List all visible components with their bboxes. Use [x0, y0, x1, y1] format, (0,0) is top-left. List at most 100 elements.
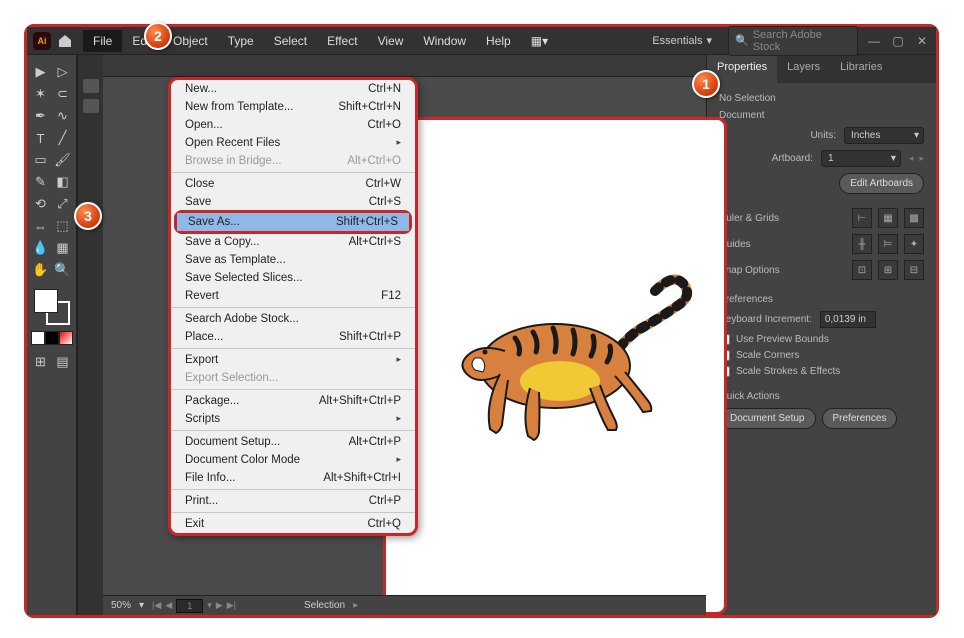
menu-item-document-color-mode[interactable]: Document Color Mode: [171, 451, 415, 469]
collapsed-panels[interactable]: [77, 55, 103, 615]
status-bar: 50%▾ |◀◀ 1 ▾▶▶| Selection▸: [103, 595, 706, 615]
snap-pixel-icon[interactable]: ⊟: [904, 260, 924, 280]
selection-state: No Selection: [719, 93, 924, 104]
edit-artboards-button[interactable]: Edit Artboards: [839, 173, 924, 194]
properties-panel: Properties Layers Libraries No Selection…: [706, 55, 936, 615]
tab-libraries[interactable]: Libraries: [830, 55, 892, 83]
scale-tool-icon[interactable]: ⤢: [52, 193, 74, 215]
menu-item-save-as[interactable]: Save As...Shift+Ctrl+S: [177, 213, 409, 231]
menu-item-export[interactable]: Export: [171, 351, 415, 369]
gradient-tool-icon[interactable]: ▦: [52, 237, 74, 259]
units-select[interactable]: Inches: [844, 127, 924, 144]
color-mode-icons[interactable]: [31, 331, 73, 345]
close-icon[interactable]: ✕: [914, 34, 930, 48]
search-stock-input[interactable]: 🔍 Search Adobe Stock: [728, 26, 858, 56]
doc-section-label: Document: [719, 110, 924, 121]
guides-show-icon[interactable]: ╫: [852, 234, 872, 254]
screen-mode-icon[interactable]: ⊞: [30, 351, 52, 373]
menu-select[interactable]: Select: [264, 30, 317, 52]
menu-window[interactable]: Window: [413, 30, 476, 52]
quick-actions-label: Quick Actions: [719, 391, 924, 402]
document-setup-button[interactable]: Document Setup: [719, 408, 816, 429]
line-tool-icon[interactable]: ╱: [52, 127, 74, 149]
transparency-grid-icon[interactable]: ▩: [904, 208, 924, 228]
pen-tool-icon[interactable]: ✒: [30, 105, 52, 127]
home-icon[interactable]: [57, 33, 73, 49]
app-logo-icon: Ai: [33, 32, 51, 50]
artboard-select[interactable]: 1: [821, 150, 901, 167]
callout-3: 3: [74, 202, 102, 230]
rotate-tool-icon[interactable]: ⟲: [30, 193, 52, 215]
artboard[interactable]: [386, 120, 724, 612]
menu-item-new[interactable]: New...Ctrl+N: [171, 80, 415, 98]
snap-point-icon[interactable]: ⊡: [852, 260, 872, 280]
menu-help[interactable]: Help: [476, 30, 521, 52]
edit-mode-icon[interactable]: ▤: [52, 351, 74, 373]
magic-wand-tool-icon[interactable]: ✶: [30, 83, 52, 105]
menu-item-open[interactable]: Open...Ctrl+O: [171, 116, 415, 134]
menu-item-scripts[interactable]: Scripts: [171, 410, 415, 428]
artboard-nav-arrows[interactable]: ◂▸: [909, 153, 924, 164]
fill-stroke-swatch[interactable]: [34, 289, 70, 325]
app-window: Ai File Edit Object Type Select Effect V…: [24, 24, 939, 618]
lasso-tool-icon[interactable]: ⊂: [52, 83, 74, 105]
ruler-icon[interactable]: ⊢: [852, 208, 872, 228]
guides-lock-icon[interactable]: ⊨: [878, 234, 898, 254]
document-tab-bar: [103, 55, 706, 77]
artboard-nav[interactable]: |◀◀ 1 ▾▶▶|: [152, 599, 236, 613]
shaper-tool-icon[interactable]: ✎: [30, 171, 52, 193]
keyboard-increment-input[interactable]: [820, 311, 876, 328]
eyedropper-tool-icon[interactable]: 💧: [30, 237, 52, 259]
hand-tool-icon[interactable]: ✋: [30, 259, 52, 281]
menu-item-save-as-template[interactable]: Save as Template...: [171, 251, 415, 269]
menu-item-revert[interactable]: RevertF12: [171, 287, 415, 305]
grid-icon[interactable]: ▦: [878, 208, 898, 228]
menu-item-search-adobe-stock[interactable]: Search Adobe Stock...: [171, 310, 415, 328]
menu-item-close[interactable]: CloseCtrl+W: [171, 175, 415, 193]
callout-2: 2: [144, 22, 172, 50]
menu-item-export-selection: Export Selection...: [171, 369, 415, 387]
menu-item-place[interactable]: Place...Shift+Ctrl+P: [171, 328, 415, 346]
maximize-icon[interactable]: ▢: [890, 34, 906, 48]
tab-layers[interactable]: Layers: [777, 55, 830, 83]
zoom-level[interactable]: 50%: [111, 600, 131, 611]
status-mode: Selection: [304, 600, 345, 611]
menu-item-file-info[interactable]: File Info...Alt+Shift+Ctrl+I: [171, 469, 415, 487]
search-icon: 🔍: [735, 34, 749, 47]
rect-tool-icon[interactable]: ▭: [30, 149, 52, 171]
menu-item-exit[interactable]: ExitCtrl+Q: [171, 515, 415, 533]
artboard-highlight: [383, 117, 727, 615]
type-tool-icon[interactable]: T: [30, 127, 52, 149]
menu-item-open-recent-files[interactable]: Open Recent Files: [171, 134, 415, 152]
menu-item-document-setup[interactable]: Document Setup...Alt+Ctrl+P: [171, 433, 415, 451]
brush-tool-icon[interactable]: 🖌: [52, 149, 74, 171]
file-menu-dropdown: New...Ctrl+NNew from Template...Shift+Ct…: [168, 77, 418, 536]
eraser-tool-icon[interactable]: ◧: [52, 171, 74, 193]
snap-grid-icon[interactable]: ⊞: [878, 260, 898, 280]
callout-1: 1: [692, 70, 720, 98]
canvas: New...Ctrl+NNew from Template...Shift+Ct…: [103, 55, 706, 615]
menu-view[interactable]: View: [368, 30, 414, 52]
zoom-tool-icon[interactable]: 🔍: [52, 259, 74, 281]
selection-tool-icon[interactable]: ▶: [30, 61, 52, 83]
menu-file[interactable]: File: [83, 30, 122, 52]
menu-item-print[interactable]: Print...Ctrl+P: [171, 492, 415, 510]
menu-type[interactable]: Type: [218, 30, 264, 52]
menu-item-package[interactable]: Package...Alt+Shift+Ctrl+P: [171, 392, 415, 410]
preferences-button[interactable]: Preferences: [822, 408, 898, 429]
arrange-docs-icon[interactable]: ▦▾: [521, 30, 558, 52]
minimize-icon[interactable]: —: [866, 34, 882, 48]
workspace-switcher[interactable]: Essentials▾: [644, 30, 720, 51]
width-tool-icon[interactable]: ⇔: [30, 215, 52, 237]
free-transform-tool-icon[interactable]: ⬚: [52, 215, 74, 237]
menu-effect[interactable]: Effect: [317, 30, 367, 52]
menu-item-save[interactable]: SaveCtrl+S: [171, 193, 415, 211]
menu-item-save-a-copy[interactable]: Save a Copy...Alt+Ctrl+S: [171, 233, 415, 251]
menu-item-new-from-template[interactable]: New from Template...Shift+Ctrl+N: [171, 98, 415, 116]
curvature-tool-icon[interactable]: ∿: [52, 105, 74, 127]
toolbox: ▶▷ ✶⊂ ✒∿ T╱ ▭🖌 ✎◧ ⟲⤢ ⇔⬚ 💧▦ ✋🔍 ⊞▤: [27, 55, 77, 615]
direct-select-tool-icon[interactable]: ▷: [52, 61, 74, 83]
prefs-section-label: Preferences: [719, 294, 924, 305]
smart-guides-icon[interactable]: ✦: [904, 234, 924, 254]
menu-item-save-selected-slices[interactable]: Save Selected Slices...: [171, 269, 415, 287]
